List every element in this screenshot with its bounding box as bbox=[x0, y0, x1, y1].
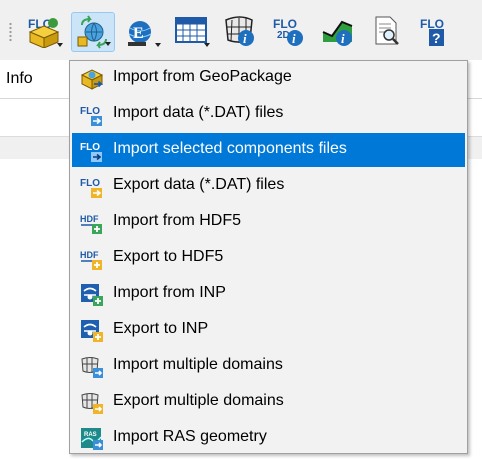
menu-item-label: Export to INP bbox=[113, 320, 209, 337]
grid-info-icon: i bbox=[225, 16, 254, 46]
document-search-icon bbox=[375, 16, 399, 45]
flo2d-info-icon: FLO 2D i bbox=[273, 17, 303, 46]
info-tab[interactable]: Info bbox=[0, 60, 71, 98]
import-export-menu: Import from GeoPackage FLO Import data (… bbox=[69, 60, 468, 454]
svg-text:HDF: HDF bbox=[80, 214, 99, 224]
menu-item-label: Import selected components files bbox=[113, 140, 347, 157]
menu-item-export-multiple-domains[interactable]: Export multiple domains bbox=[72, 385, 465, 419]
toolbar-grip[interactable] bbox=[9, 22, 12, 42]
menu-item-import-selected-components[interactable]: FLO Import selected components files bbox=[72, 133, 465, 167]
chevron-down-icon bbox=[105, 42, 111, 46]
svg-text:FLO: FLO bbox=[80, 178, 100, 189]
profile-info-icon: i bbox=[322, 20, 353, 46]
flo2d-import-button[interactable]: FLO bbox=[22, 12, 66, 52]
flo2d-help-button[interactable]: FLO ? bbox=[414, 12, 458, 52]
svg-text:i: i bbox=[243, 31, 247, 46]
menu-item-export-inp[interactable]: Export to INP bbox=[72, 313, 465, 347]
profile-info-button[interactable]: i bbox=[316, 12, 360, 52]
globe-e-button[interactable]: E bbox=[120, 12, 164, 52]
flo2d-info-button[interactable]: FLO 2D i bbox=[267, 12, 311, 52]
geopackage-import-icon bbox=[80, 69, 104, 90]
inp-import-icon bbox=[81, 284, 103, 306]
menu-item-import-ras-geometry[interactable]: RAS Import RAS geometry bbox=[72, 421, 465, 455]
svg-text:FLO: FLO bbox=[80, 142, 100, 153]
inp-export-icon bbox=[81, 320, 103, 342]
menu-item-import-multiple-domains[interactable]: Import multiple domains bbox=[72, 349, 465, 383]
menu-item-label: Import RAS geometry bbox=[113, 428, 267, 445]
menu-item-label: Import multiple domains bbox=[113, 356, 283, 373]
menu-item-label: Export multiple domains bbox=[113, 392, 284, 409]
menu-item-label: Import from HDF5 bbox=[113, 212, 242, 229]
domains-export-icon bbox=[81, 393, 103, 414]
svg-text:FLO: FLO bbox=[80, 106, 100, 117]
menu-item-label: Import data (*.DAT) files bbox=[113, 104, 284, 121]
document-search-button[interactable] bbox=[365, 12, 409, 52]
hdf5-export-icon: HDF bbox=[80, 250, 102, 270]
svg-text:E: E bbox=[133, 25, 144, 42]
chevron-down-icon bbox=[57, 43, 63, 47]
svg-text:i: i bbox=[292, 31, 296, 46]
svg-text:FLO: FLO bbox=[273, 17, 297, 31]
svg-text:i: i bbox=[341, 31, 345, 46]
menu-item-import-inp[interactable]: Import from INP bbox=[72, 277, 465, 311]
menu-item-label: Import from GeoPackage bbox=[113, 68, 292, 85]
domains-import-icon bbox=[81, 357, 103, 378]
menu-item-label: Export data (*.DAT) files bbox=[113, 176, 285, 193]
svg-text:?: ? bbox=[432, 30, 441, 46]
grid-info-button[interactable]: i bbox=[218, 12, 262, 52]
menu-item-export-dat[interactable]: FLO Export data (*.DAT) files bbox=[72, 169, 465, 203]
chevron-down-icon bbox=[155, 43, 161, 47]
menu-item-label: Export to HDF5 bbox=[113, 248, 224, 265]
svg-text:FLO: FLO bbox=[420, 17, 444, 31]
toolbar: FLO E i FLO 2D i i FLO ? bbox=[0, 0, 482, 60]
flo-import-icon: FLO bbox=[80, 142, 102, 162]
svg-text:RAS: RAS bbox=[84, 432, 97, 438]
menu-item-import-hdf5[interactable]: HDF Import from HDF5 bbox=[72, 205, 465, 239]
chevron-down-icon bbox=[204, 43, 210, 47]
menu-item-export-hdf5[interactable]: HDF Export to HDF5 bbox=[72, 241, 465, 275]
grid-table-button[interactable] bbox=[169, 12, 213, 52]
flo-export-icon: FLO bbox=[80, 178, 102, 198]
menu-item-import-dat[interactable]: FLO Import data (*.DAT) files bbox=[72, 97, 465, 131]
flo2d-help-icon: FLO ? bbox=[420, 17, 444, 46]
menu-item-label: Import from INP bbox=[113, 284, 226, 301]
import-export-button[interactable] bbox=[71, 12, 115, 52]
svg-text:HDF: HDF bbox=[80, 250, 99, 260]
info-tab-label: Info bbox=[6, 70, 33, 87]
hdf5-import-icon: HDF bbox=[80, 214, 102, 234]
ras-import-icon: RAS bbox=[81, 428, 103, 450]
menu-item-import-geopackage[interactable]: Import from GeoPackage bbox=[72, 61, 465, 95]
flo-import-icon: FLO bbox=[80, 106, 102, 126]
